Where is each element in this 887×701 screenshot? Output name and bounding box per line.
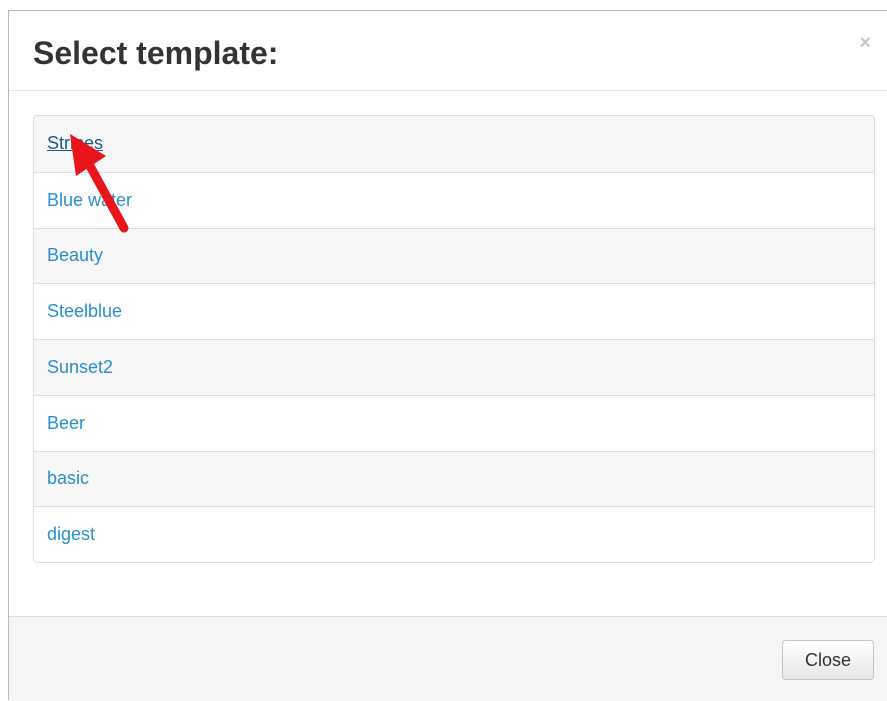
list-item: Beauty xyxy=(34,227,874,284)
template-list: Stripes Blue water Beauty Steelblue Suns… xyxy=(33,115,875,563)
list-item: Stripes xyxy=(34,116,874,172)
list-item: Sunset2 xyxy=(34,339,874,395)
dialog-header: Select template: × xyxy=(9,11,887,91)
template-link-steelblue[interactable]: Steelblue xyxy=(47,301,122,322)
template-link-beer[interactable]: Beer xyxy=(47,413,85,434)
close-button[interactable]: Close xyxy=(782,640,874,680)
list-item: Beer xyxy=(34,394,874,451)
close-icon[interactable]: × xyxy=(859,33,871,53)
list-item: Steelblue xyxy=(34,283,874,339)
template-link-basic[interactable]: basic xyxy=(47,468,89,489)
dialog-footer: Close xyxy=(9,616,887,701)
template-link-sunset2[interactable]: Sunset2 xyxy=(47,357,113,378)
template-link-stripes[interactable]: Stripes xyxy=(47,133,103,154)
template-link-beauty[interactable]: Beauty xyxy=(47,245,103,266)
list-item: Blue water xyxy=(34,171,874,228)
select-template-dialog: Select template: × Stripes Blue water Be… xyxy=(8,10,887,701)
dialog-title: Select template: xyxy=(33,35,279,71)
list-item: basic xyxy=(34,450,874,507)
template-link-blue-water[interactable]: Blue water xyxy=(47,190,132,211)
list-item: digest xyxy=(34,506,874,562)
template-link-digest[interactable]: digest xyxy=(47,524,95,545)
